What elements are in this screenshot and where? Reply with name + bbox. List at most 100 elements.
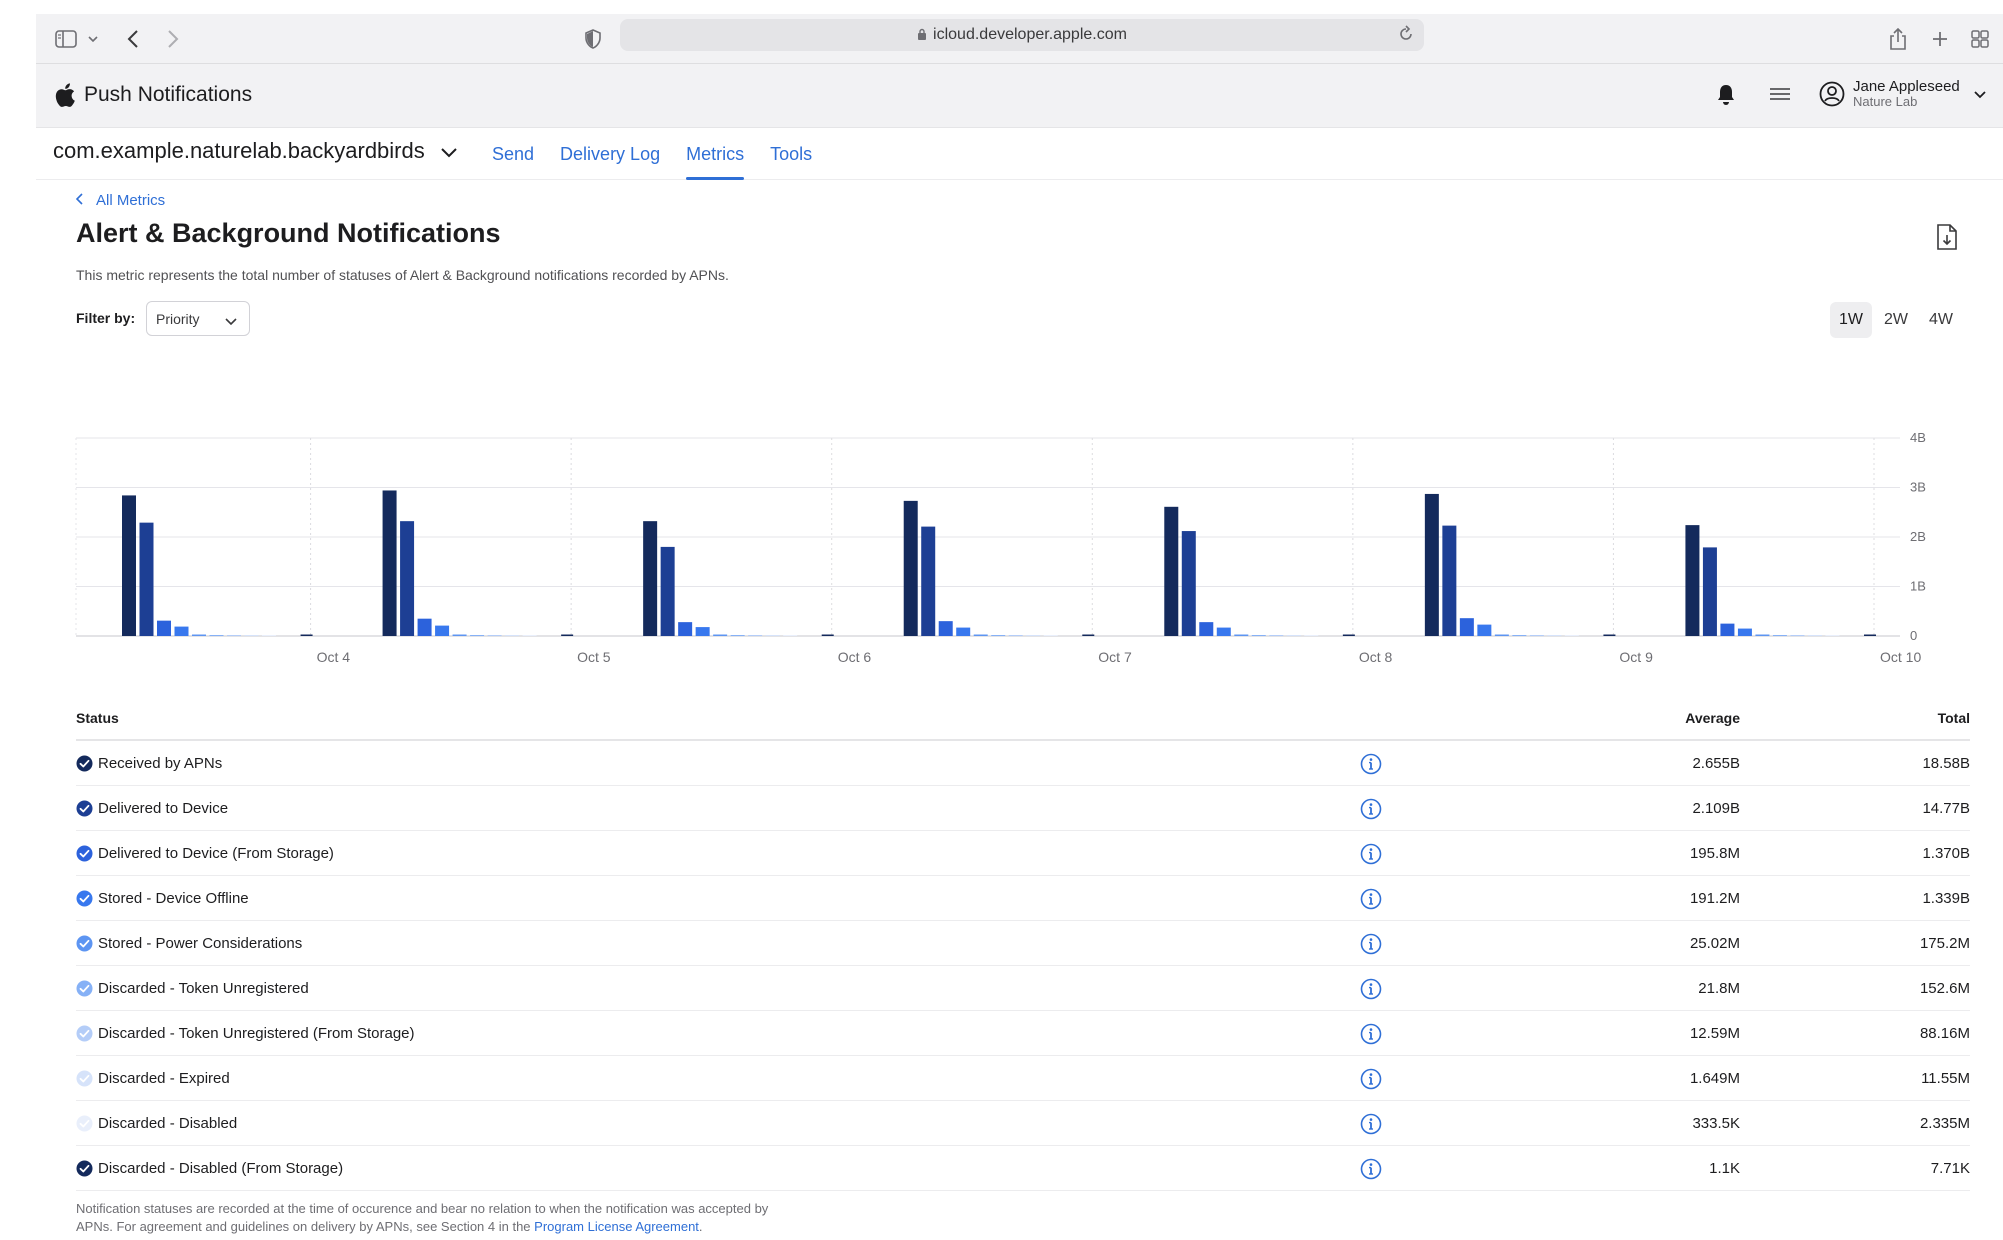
app-title[interactable]: Push Notifications [54, 82, 252, 108]
browser-toolbar: icloud.developer.apple.com [36, 14, 2003, 64]
bell-icon[interactable] [1716, 84, 1736, 111]
bar [1181, 531, 1196, 636]
new-tab-icon[interactable] [1928, 24, 1952, 54]
checkbox-checked-icon[interactable] [76, 890, 93, 907]
tab-metrics[interactable]: Metrics [686, 128, 745, 180]
info-icon[interactable] [1360, 1158, 1382, 1180]
table-row: Discarded - Token Unregistered (From Sto… [76, 1011, 1970, 1056]
checkbox-checked-icon[interactable] [76, 845, 93, 862]
all-metrics-link[interactable]: All Metrics [75, 192, 166, 209]
info-icon[interactable] [1360, 978, 1382, 1000]
bar [1864, 634, 1876, 636]
info-icon[interactable] [1360, 933, 1382, 955]
bar [1216, 627, 1231, 636]
bar [903, 500, 918, 636]
range-4w-button[interactable]: 4W [1920, 302, 1962, 338]
filter-select[interactable]: Priority [146, 301, 250, 336]
bar [209, 635, 224, 636]
table-row: Received by APNs 2.655B 18.58B [76, 741, 1970, 786]
info-icon[interactable] [1360, 1113, 1382, 1135]
lock-icon [917, 28, 927, 43]
bar [1790, 635, 1805, 636]
bar [1026, 635, 1041, 636]
bundle-selector[interactable]: com.example.naturelab.backyardbirds [53, 138, 457, 164]
reload-icon[interactable] [1398, 25, 1414, 48]
checkbox-checked-icon[interactable] [76, 980, 93, 997]
x-tick-label: Oct 9 [1619, 649, 1653, 665]
tab-send[interactable]: Send [492, 128, 534, 180]
total-value: 88.16M [1919, 1025, 1970, 1042]
info-icon[interactable] [1360, 1023, 1382, 1045]
chevron-down-icon[interactable] [441, 138, 457, 164]
info-icon[interactable] [1360, 753, 1382, 775]
menu-icon[interactable] [1769, 86, 1791, 107]
program-license-agreement-link[interactable]: Program License Agreement [534, 1219, 699, 1234]
bar [748, 635, 763, 636]
time-range-selector: 1W 2W 4W [1830, 302, 1965, 338]
status-header: Status [76, 710, 119, 726]
bar [227, 635, 241, 636]
bar [678, 622, 693, 636]
tab-tools[interactable]: Tools [770, 128, 812, 180]
y-tick-label: 1B [1910, 579, 1926, 594]
bar [921, 526, 936, 636]
table-row: Discarded - Expired 1.649M 11.55M [76, 1056, 1970, 1101]
total-value: 175.2M [1919, 935, 1970, 952]
info-icon[interactable] [1360, 798, 1382, 820]
info-icon[interactable] [1360, 888, 1382, 910]
bar [1512, 635, 1527, 636]
info-icon[interactable] [1360, 843, 1382, 865]
checkbox-checked-icon[interactable] [76, 1160, 93, 1177]
checkbox-checked-icon[interactable] [76, 935, 93, 952]
bar [991, 635, 1006, 636]
checkbox-checked-icon[interactable] [76, 800, 93, 817]
bar [1234, 634, 1249, 636]
x-tick-label: Oct 5 [577, 649, 611, 665]
status-label: Delivered to Device [98, 800, 229, 817]
bar [1342, 634, 1355, 636]
status-label: Discarded - Disabled (From Storage) [98, 1160, 344, 1177]
back-arrow-icon[interactable] [122, 24, 144, 54]
table-row: Delivered to Device 2.109B 14.77B [76, 786, 1970, 831]
tab-overview-icon[interactable] [1968, 24, 1992, 54]
account-menu[interactable]: Jane Appleseed Nature Lab [1819, 78, 1986, 110]
tab-delivery-log[interactable]: Delivery Log [560, 128, 660, 180]
y-tick-label: 0 [1910, 628, 1917, 643]
footnote-line-2-text: APNs. For agreement and guidelines on de… [76, 1219, 535, 1234]
y-tick-label: 3B [1910, 480, 1926, 495]
share-icon[interactable] [1886, 24, 1910, 54]
bar [821, 634, 834, 636]
all-metrics-label: All Metrics [96, 192, 166, 209]
address-bar[interactable]: icloud.developer.apple.com [620, 19, 1424, 51]
average-value: 195.8M [1689, 845, 1740, 862]
checkbox-checked-icon[interactable] [76, 1115, 93, 1132]
bar [1685, 525, 1700, 636]
bar [765, 635, 780, 636]
bar [400, 521, 415, 636]
forward-arrow-icon[interactable] [162, 24, 184, 54]
sidebar-toggle-icon[interactable] [52, 24, 80, 54]
bar [660, 546, 675, 636]
checkbox-checked-icon[interactable] [76, 1070, 93, 1087]
checkbox-checked-icon[interactable] [76, 1025, 93, 1042]
average-value: 1.649M [1689, 1070, 1740, 1087]
bar [192, 634, 206, 636]
chevron-down-icon[interactable] [1974, 86, 1986, 102]
bar [1008, 635, 1023, 636]
range-1w-button[interactable]: 1W [1830, 302, 1872, 338]
total-value: 2.335M [1919, 1115, 1970, 1132]
x-tick-label: Oct 8 [1359, 649, 1393, 665]
chevron-down-icon[interactable] [86, 24, 100, 54]
bar [1720, 623, 1735, 636]
y-tick-label: 4B [1910, 430, 1926, 445]
range-2w-button[interactable]: 2W [1875, 302, 1917, 338]
info-icon[interactable] [1360, 1068, 1382, 1090]
export-document-icon[interactable] [1936, 224, 1958, 255]
total-value: 1.339B [1922, 890, 1970, 907]
total-value: 18.58B [1922, 755, 1970, 772]
privacy-shield-icon[interactable] [582, 24, 604, 54]
bar [1825, 635, 1840, 636]
footnote-line-1: Notification statuses are recorded at th… [76, 1201, 769, 1216]
checkbox-checked-icon[interactable] [76, 755, 93, 772]
bar [487, 635, 502, 636]
